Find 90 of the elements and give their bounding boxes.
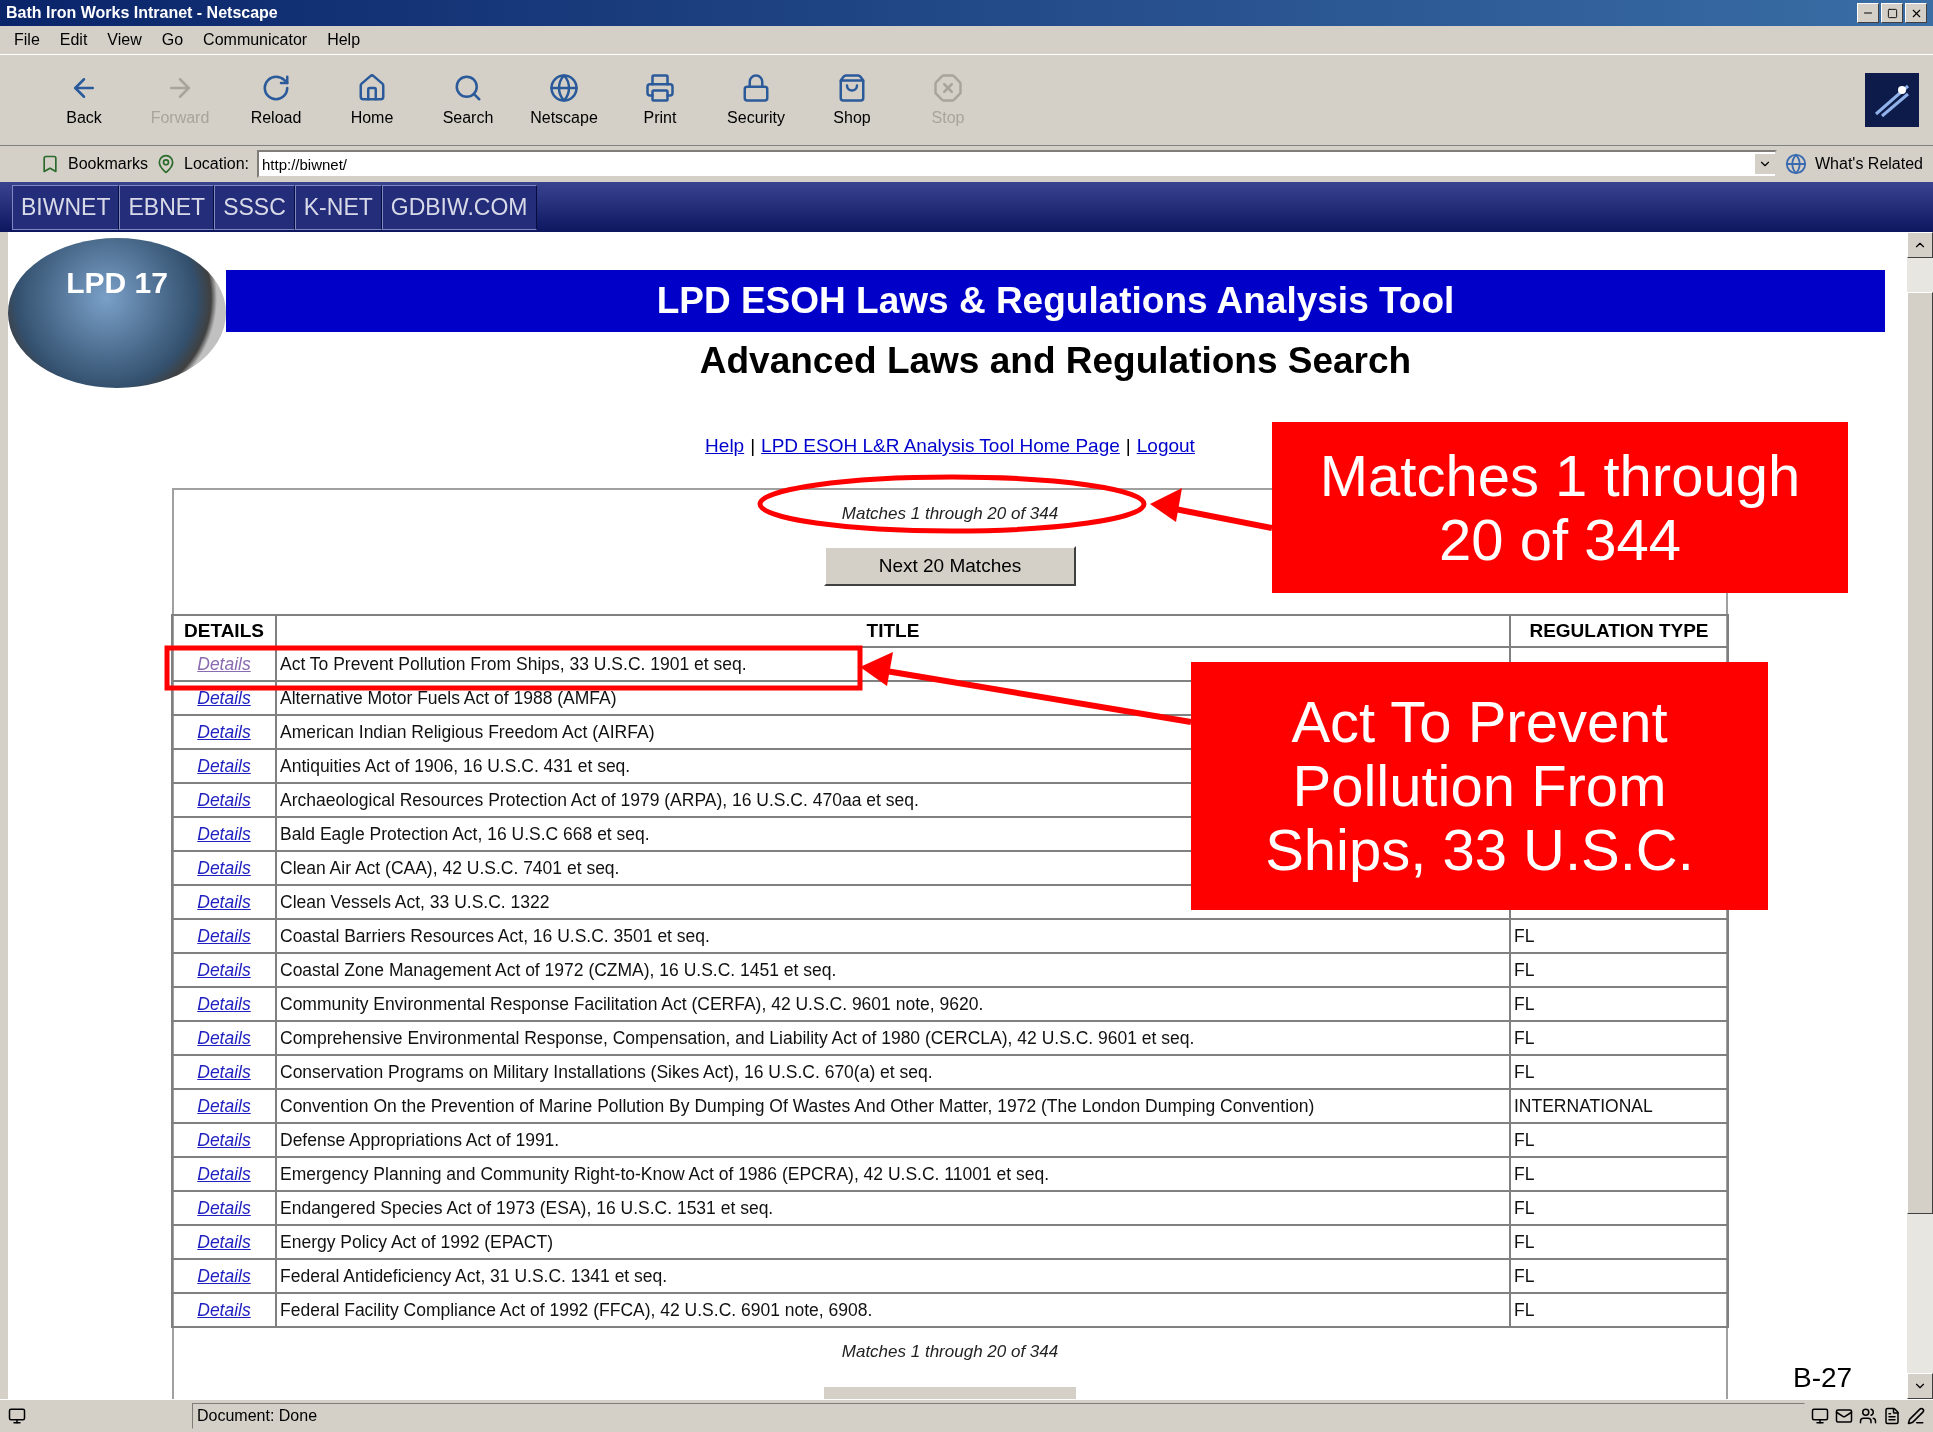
printer-icon [645, 73, 675, 103]
page-title-banner: LPD ESOH Laws & Regulations Analysis Tool [226, 270, 1885, 332]
regulation-type-cell: FL [1510, 1293, 1728, 1327]
shopping-bag-icon [837, 73, 867, 103]
home-icon [357, 73, 387, 103]
scroll-up-button[interactable] [1907, 232, 1933, 258]
link-separator: | [1125, 435, 1131, 457]
maximize-button[interactable] [1881, 3, 1903, 23]
regulation-type-cell: FL [1510, 1259, 1728, 1293]
title-cell: Defense Appropriations Act of 1991. [276, 1123, 1510, 1157]
reload-icon [261, 73, 291, 103]
bookmarks-button[interactable]: Bookmarks [68, 155, 149, 173]
menu-item[interactable]: Help [327, 31, 361, 49]
nav-tab[interactable]: SSSC [214, 184, 295, 230]
title-cell: Coastal Barriers Resources Act, 16 U.S.C. 3501 et seq. [276, 919, 1510, 953]
document-icon[interactable] [1883, 1407, 1901, 1425]
nav-tab[interactable]: BIWNET [12, 184, 120, 230]
mail-icon[interactable] [1835, 1407, 1853, 1425]
regulation-type-cell: FL [1510, 953, 1728, 987]
toolbar-button[interactable]: Netscape [516, 60, 612, 140]
title-cell: Energy Policy Act of 1992 (EPACT) [276, 1225, 1510, 1259]
scroll-down-button[interactable] [1907, 1373, 1933, 1399]
globe-icon [549, 73, 579, 103]
status-text: Document: Done [192, 1403, 1805, 1429]
title-cell: Conservation Programs on Military Installations (Sikes Act), 16 U.S.C. 670(a) et seq. [276, 1055, 1510, 1089]
toolbar-button[interactable]: Search [420, 60, 516, 140]
regulation-type-cell: FL [1510, 1055, 1728, 1089]
minimize-button[interactable] [1857, 3, 1879, 23]
regulation-type-cell: FL [1510, 987, 1728, 1021]
url-field[interactable]: http://biwnet/ [256, 150, 1777, 178]
title-cell: Endangered Species Act of 1973 (ESA), 16 U.S.C. 1531 et seq. [276, 1191, 1510, 1225]
lock-icon [741, 73, 771, 103]
title-cell: Emergency Planning and Community Right-to-Know Act of 1986 (EPCRA), 42 U.S.C. 11001 et seq. [276, 1157, 1510, 1191]
window-title: Bath Iron Works Intranet - Netscape [6, 4, 278, 22]
toolbar-button[interactable]: Print [612, 60, 708, 140]
column-header: DETAILS [172, 615, 276, 647]
scrollbar-thumb[interactable] [1907, 292, 1933, 1214]
pen-icon[interactable] [1907, 1407, 1925, 1425]
regulation-type-cell: INTERNATIONAL [1510, 1089, 1728, 1123]
regulation-type-cell: FL [1510, 1123, 1728, 1157]
column-header: TITLE [276, 615, 1510, 647]
logo-text: LPD 17 [66, 266, 168, 300]
bookmark-icon [40, 154, 60, 174]
users-icon[interactable] [1859, 1407, 1877, 1425]
toolbar-button[interactable]: Back [36, 60, 132, 140]
search-icon [453, 73, 483, 103]
toolbar-button[interactable]: Home [324, 60, 420, 140]
toolbar-button[interactable]: Shop [804, 60, 900, 140]
regulation-type-cell: FL [1510, 1191, 1728, 1225]
title-cell: Community Environmental Response Facilitation Act (CERFA), 42 U.S.C. 9601 note, 9620. [276, 987, 1510, 1021]
menu-item[interactable]: Communicator [203, 31, 308, 49]
nav-tab[interactable]: EBNET [119, 184, 215, 230]
nav-tab[interactable]: GDBIW.COM [381, 184, 537, 230]
column-header: REGULATION TYPE [1510, 615, 1728, 647]
callout-label: Act To Prevent Pollution From Ships, 33 U.S.C. [1191, 662, 1768, 910]
link-separator: | [750, 435, 756, 457]
regulation-type-cell: FL [1510, 1157, 1728, 1191]
menu-item[interactable]: Go [161, 31, 184, 49]
throbber-icon [1865, 73, 1919, 127]
regulation-type-cell: FL [1510, 919, 1728, 953]
maximize-icon [1886, 7, 1898, 19]
nav-tab[interactable]: K-NET [294, 184, 382, 230]
title-cell: Coastal Zone Management Act of 1972 (CZMA), 16 U.S.C. 1451 et seq. [276, 953, 1510, 987]
title-cell: Federal Antideficiency Act, 31 U.S.C. 1341 et seq. [276, 1259, 1510, 1293]
location-label: Location: [184, 155, 249, 173]
menu-item[interactable]: Edit [59, 31, 88, 49]
globe-icon [1785, 153, 1807, 175]
title-cell: Federal Facility Compliance Act of 1992 (FFCA), 42 U.S.C. 6901 note, 6908. [276, 1293, 1510, 1327]
toolbar-button[interactable]: Reload [228, 60, 324, 140]
regulation-type-cell: FL [1510, 1021, 1728, 1055]
toolbar-button[interactable]: Security [708, 60, 804, 140]
menu-item[interactable]: File [14, 31, 40, 49]
regulation-type-cell: FL [1510, 1225, 1728, 1259]
title-cell: Convention On the Prevention of Marine Pollution By Dumping Of Wastes And Other Matter, 1972 (The London Dumping Convention) [276, 1089, 1510, 1123]
menu-item[interactable]: View [107, 31, 142, 49]
next-matches-button[interactable]: Next 20 Matches [824, 546, 1076, 586]
title-cell: Comprehensive Environmental Response, Compensation, and Liability Act of 1980 (CERCLA), 42 U.S.C. 9601 et seq. [276, 1021, 1510, 1055]
navigator-icon[interactable] [1811, 1407, 1829, 1425]
dropdown-button[interactable] [1755, 154, 1775, 174]
security-status-icon [8, 1407, 26, 1425]
matches-count: Matches 1 through 20 of 344 [841, 504, 1059, 524]
nav-link[interactable]: LPD ESOH L&R Analysis Tool Home Page [761, 435, 1120, 457]
whats-related-button[interactable]: What's Related [1815, 155, 1923, 173]
close-button[interactable] [1905, 3, 1927, 23]
stop-icon [933, 73, 963, 103]
nav-link[interactable]: Logout [1136, 435, 1195, 457]
matches-count: Matches 1 through 20 of 344 [841, 1342, 1059, 1362]
page-subtitle: Advanced Laws and Regulations Search [699, 340, 1412, 382]
nav-link[interactable]: Help [705, 435, 745, 457]
callout-label: Matches 1 through 20 of 344 [1272, 422, 1848, 593]
